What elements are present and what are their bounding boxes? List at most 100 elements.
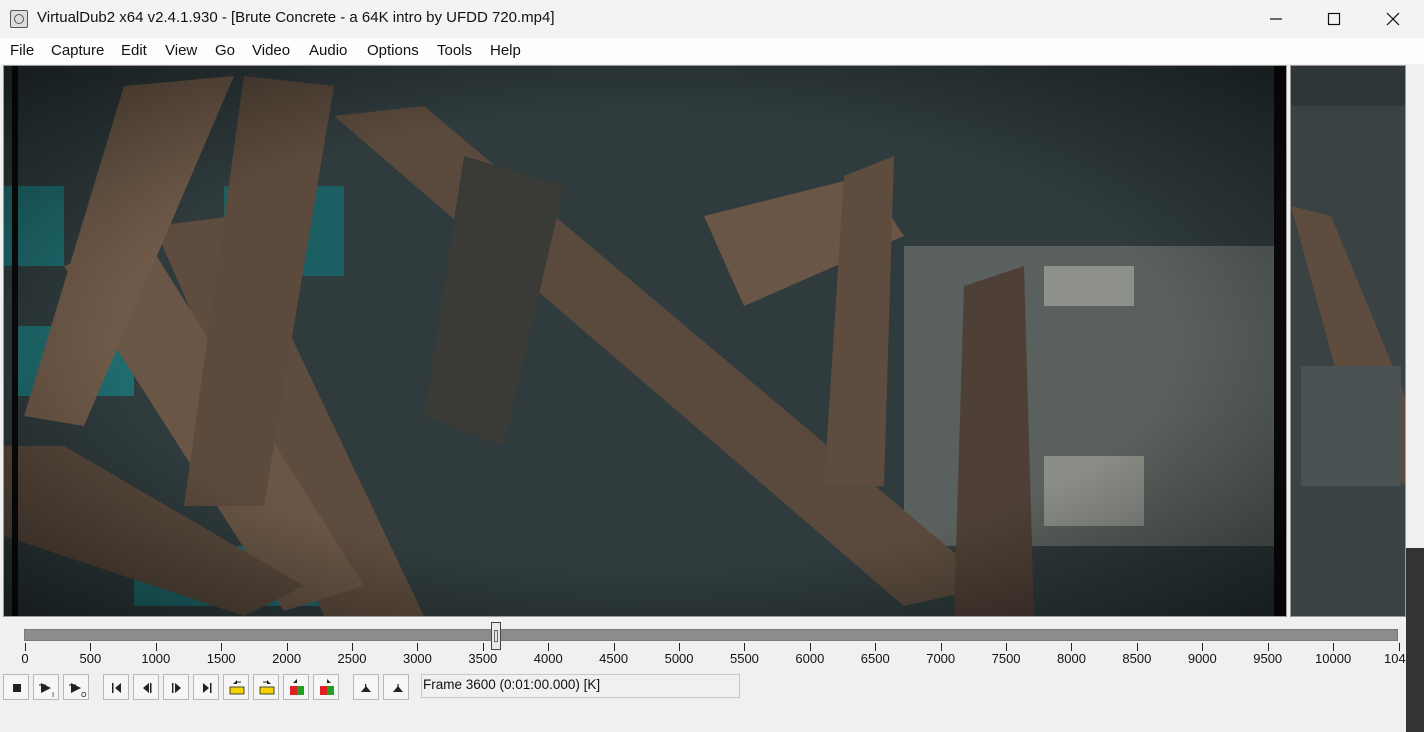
next-keyframe-icon xyxy=(259,680,275,695)
ruler-tick-label: 4000 xyxy=(533,651,563,666)
maximize-icon xyxy=(1327,12,1341,26)
ruler-tick-label: 4500 xyxy=(599,651,629,666)
mark-in-icon xyxy=(361,684,371,692)
ruler-tick xyxy=(1006,643,1008,651)
ruler-tick-label: 500 xyxy=(79,651,102,666)
menu-video[interactable]: Video xyxy=(252,42,290,59)
stop-button[interactable] xyxy=(3,674,29,700)
ruler-tick-label: 2500 xyxy=(337,651,367,666)
menu-go[interactable]: Go xyxy=(215,42,235,59)
ruler-tick xyxy=(679,643,681,651)
ruler-tick xyxy=(90,643,92,651)
menu-audio[interactable]: Audio xyxy=(309,42,347,59)
ruler-tick-label: 8500 xyxy=(1122,651,1152,666)
minimize-button[interactable] xyxy=(1247,0,1305,38)
ruler-tick xyxy=(1202,643,1204,651)
prev-frame-icon xyxy=(143,683,152,693)
video-frame-image xyxy=(4,66,1286,616)
position-slider-track[interactable] xyxy=(24,629,1398,641)
close-icon xyxy=(1386,12,1400,26)
title-bar: VirtualDub2 x64 v2.4.1.930 - [Brute Conc… xyxy=(0,0,1424,38)
ruler-tick xyxy=(1398,643,1400,651)
ruler-tick xyxy=(809,643,811,651)
output-video-pane[interactable] xyxy=(1290,65,1406,617)
ruler-tick xyxy=(875,643,877,651)
go-to-start-button[interactable] xyxy=(103,674,129,700)
go-end-icon xyxy=(203,683,212,693)
ruler-tick xyxy=(417,643,419,651)
ruler-tick-label: 0 xyxy=(21,651,29,666)
ruler-tick-label: 9000 xyxy=(1187,651,1217,666)
prev-scene-icon xyxy=(290,679,304,695)
input-video-pane[interactable] xyxy=(3,65,1287,617)
menu-file[interactable]: File xyxy=(10,42,34,59)
window-title: VirtualDub2 x64 v2.4.1.930 - [Brute Conc… xyxy=(37,9,555,26)
menu-view[interactable]: View xyxy=(165,42,197,59)
svg-text:O: O xyxy=(81,691,87,699)
next-keyframe-button[interactable] xyxy=(253,674,279,700)
position-slider-thumb[interactable] xyxy=(490,622,501,650)
go-start-icon xyxy=(112,683,121,693)
ruler-tick xyxy=(482,643,484,651)
next-frame-button[interactable] xyxy=(163,674,189,700)
ruler-tick-label: 3000 xyxy=(402,651,432,666)
ruler-tick xyxy=(25,643,26,651)
next-scene-button[interactable] xyxy=(313,674,339,700)
ruler-tick-label: 6000 xyxy=(795,651,825,666)
ruler-tick xyxy=(221,643,223,651)
mark-out-icon xyxy=(393,684,403,692)
ruler-tick-label: 8000 xyxy=(1057,651,1086,666)
stop-icon xyxy=(13,684,21,692)
ruler-tick xyxy=(1071,643,1073,651)
ruler-tick-label: 7000 xyxy=(926,651,956,666)
mark-out-button[interactable] xyxy=(383,674,409,700)
play-input-icon: I xyxy=(39,683,54,699)
ruler-tick-label: 9500 xyxy=(1253,651,1283,666)
menu-tools[interactable]: Tools xyxy=(437,42,472,59)
ruler-tick-label: 7500 xyxy=(991,651,1021,666)
menu-help[interactable]: Help xyxy=(490,42,521,59)
minimize-icon xyxy=(1270,18,1282,20)
video-frame-image xyxy=(1291,66,1405,616)
ruler-tick xyxy=(1136,643,1138,651)
ruler-tick xyxy=(1267,643,1269,651)
ruler-tick-label: 3500 xyxy=(468,651,498,666)
menu-edit[interactable]: Edit xyxy=(121,42,147,59)
ruler-tick-label: 1500 xyxy=(206,651,236,666)
ruler-tick xyxy=(155,643,157,651)
ruler-tick-label: 1000 xyxy=(141,651,171,666)
ruler-tick xyxy=(352,643,354,651)
frame-status-box: Frame 3600 (0:01:00.000) [K] xyxy=(421,674,740,698)
ruler-tick-label: 2000 xyxy=(272,651,302,666)
menu-options[interactable]: Options xyxy=(367,42,419,59)
play-output-icon: O xyxy=(69,683,87,699)
ruler-tick xyxy=(613,643,615,651)
previous-keyframe-button[interactable] xyxy=(223,674,249,700)
ruler-tick-label: 6500 xyxy=(860,651,890,666)
next-frame-icon xyxy=(172,683,181,693)
ruler-tick-label: 5500 xyxy=(729,651,759,666)
ruler-tick xyxy=(1333,643,1335,651)
ruler-tick xyxy=(940,643,942,651)
ruler-tick-label: 10000 xyxy=(1315,651,1352,666)
ruler-tick xyxy=(286,643,288,651)
previous-frame-button[interactable] xyxy=(133,674,159,700)
frame-status-text: Frame 3600 (0:01:00.000) [K] xyxy=(423,677,601,692)
menu-bar: File Capture Edit View Go Video Audio Op… xyxy=(0,38,1424,64)
ruler-tick-label: 5000 xyxy=(664,651,694,666)
maximize-button[interactable] xyxy=(1305,0,1363,38)
close-button[interactable] xyxy=(1364,0,1422,38)
mark-in-button[interactable] xyxy=(353,674,379,700)
timeline-area: 0 500 1000 1500 2000 2500 3000 3500 4000 4500 5000… xyxy=(0,619,1413,732)
go-to-end-button[interactable] xyxy=(193,674,219,700)
play-input-button[interactable]: I xyxy=(33,674,59,700)
previous-scene-button[interactable] xyxy=(283,674,309,700)
menu-capture[interactable]: Capture xyxy=(51,42,104,59)
ruler-tick xyxy=(744,643,746,651)
virtualdub-gear-icon[interactable] xyxy=(10,10,28,28)
ruler-tick xyxy=(548,643,550,651)
prev-keyframe-icon xyxy=(229,680,245,695)
play-output-button[interactable]: O xyxy=(63,674,89,700)
svg-text:I: I xyxy=(52,691,54,699)
next-scene-icon xyxy=(320,679,334,695)
